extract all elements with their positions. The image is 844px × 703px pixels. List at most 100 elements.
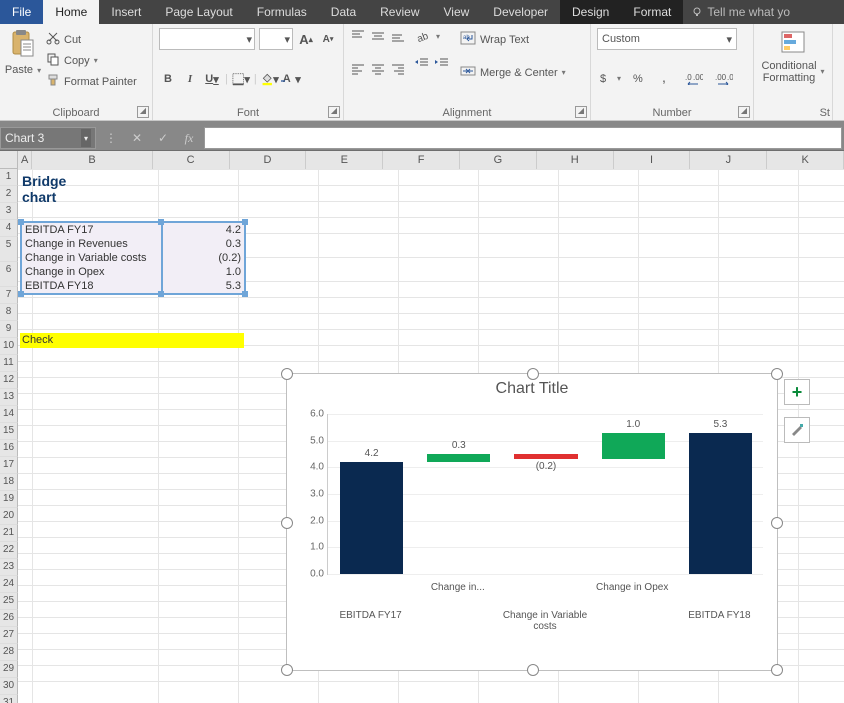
font-name-combo[interactable]: ▾ — [159, 28, 255, 50]
chart-bar[interactable] — [340, 462, 403, 574]
row-header[interactable]: 2 — [0, 186, 18, 203]
row-header[interactable]: 23 — [0, 559, 18, 576]
align-left-button[interactable] — [350, 62, 366, 76]
dialog-launcher-clipboard[interactable]: ◢ — [137, 106, 149, 118]
row-header[interactable]: 5 — [0, 237, 18, 262]
row-header[interactable]: 17 — [0, 457, 18, 474]
row-header[interactable]: 22 — [0, 542, 18, 559]
font-size-combo[interactable]: ▾ — [259, 28, 293, 50]
table-row[interactable]: Change in Variable costs (0.2) — [22, 251, 244, 265]
column-header[interactable]: G — [460, 151, 537, 169]
insert-function-button[interactable]: fx — [176, 126, 202, 150]
percent-format-button[interactable]: % — [631, 70, 649, 86]
cancel-formula-button[interactable]: ✕ — [124, 126, 150, 150]
row-header[interactable]: 20 — [0, 508, 18, 525]
row-header[interactable]: 4 — [0, 220, 18, 237]
tab-review[interactable]: Review — [368, 0, 431, 24]
row-header[interactable]: 12 — [0, 372, 18, 389]
italic-button[interactable]: I — [181, 70, 199, 88]
conditional-formatting-icon[interactable] — [780, 30, 806, 57]
merge-center-button[interactable]: Merge & Center▾ — [458, 63, 568, 82]
column-header[interactable]: B — [32, 151, 152, 169]
source-data-table[interactable]: EBITDA FY17 4.2 Change in Revenues 0.3 C… — [20, 221, 246, 295]
decrease-font-button[interactable]: A▾ — [319, 30, 337, 48]
tab-home[interactable]: Home — [43, 0, 99, 24]
chart-bar[interactable] — [514, 454, 577, 459]
dialog-launcher-alignment[interactable]: ◢ — [575, 106, 587, 118]
column-header[interactable]: D — [230, 151, 307, 169]
column-header[interactable]: H — [537, 151, 614, 169]
row-header[interactable]: 21 — [0, 525, 18, 542]
chart-object[interactable]: Chart Title 0.01.02.03.04.05.06.04.20.3(… — [286, 373, 778, 671]
tell-me-search[interactable]: Tell me what yo — [683, 0, 790, 24]
name-box[interactable]: Chart 3▾ — [0, 127, 96, 149]
row-header[interactable]: 9 — [0, 321, 18, 338]
tab-format[interactable]: Format — [621, 0, 683, 24]
paste-icon[interactable] — [10, 28, 36, 61]
align-bottom-button[interactable] — [390, 28, 406, 42]
format-painter-button[interactable]: Format Painter — [44, 72, 139, 91]
select-all-corner[interactable] — [0, 151, 18, 169]
row-header[interactable]: 19 — [0, 491, 18, 508]
row-header[interactable]: 13 — [0, 389, 18, 406]
dialog-launcher-number[interactable]: ◢ — [738, 106, 750, 118]
check-cell[interactable]: Check — [20, 333, 244, 348]
tab-insert[interactable]: Insert — [99, 0, 153, 24]
row-header[interactable]: 16 — [0, 440, 18, 457]
table-row[interactable]: Change in Opex 1.0 — [22, 265, 244, 279]
chart-elements-button[interactable]: + — [784, 379, 810, 405]
column-header[interactable]: F — [383, 151, 460, 169]
formula-input[interactable] — [204, 127, 842, 149]
table-row[interactable]: EBITDA FY18 5.3 — [22, 279, 244, 293]
borders-button[interactable]: ▾ — [232, 70, 250, 88]
bold-button[interactable]: B — [159, 70, 177, 88]
row-header[interactable]: 8 — [0, 304, 18, 321]
orientation-button[interactable]: ab▾ — [414, 28, 450, 44]
chart-bar[interactable] — [602, 433, 665, 460]
row-header[interactable]: 28 — [0, 644, 18, 661]
column-header[interactable]: C — [153, 151, 230, 169]
chart-plot-area[interactable]: 0.01.02.03.04.05.06.04.20.3(0.2)1.05.3 — [327, 414, 763, 575]
number-format-combo[interactable]: Custom▾ — [597, 28, 737, 50]
fx-options-button[interactable]: ⋮ — [98, 126, 124, 150]
column-header[interactable]: E — [306, 151, 383, 169]
underline-button[interactable]: U▾ — [203, 70, 221, 88]
accounting-format-button[interactable]: $▾ — [597, 70, 623, 86]
row-header[interactable]: 25 — [0, 593, 18, 610]
row-header[interactable]: 26 — [0, 610, 18, 627]
cut-button[interactable]: Cut — [44, 30, 139, 49]
row-header[interactable]: 30 — [0, 678, 18, 695]
row-header[interactable]: 18 — [0, 474, 18, 491]
increase-font-button[interactable]: A▴ — [297, 30, 315, 48]
column-header[interactable]: A — [18, 151, 32, 169]
table-row[interactable]: Change in Revenues 0.3 — [22, 237, 244, 251]
align-center-button[interactable] — [370, 62, 386, 76]
conditional-formatting-button[interactable]: ConditionalFormatting▾ — [759, 59, 826, 85]
increase-decimal-button[interactable]: .0.00 — [683, 70, 705, 86]
decrease-decimal-button[interactable]: .00.0 — [713, 70, 735, 86]
row-header[interactable]: 24 — [0, 576, 18, 593]
row-header[interactable]: 11 — [0, 355, 18, 372]
tab-file[interactable]: File — [0, 0, 43, 24]
row-header[interactable]: 6 — [0, 262, 18, 287]
row-header[interactable]: 31 — [0, 695, 18, 703]
column-header[interactable]: K — [767, 151, 844, 169]
comma-format-button[interactable]: , — [657, 70, 675, 86]
row-header[interactable]: 7 — [0, 287, 18, 304]
row-header[interactable]: 14 — [0, 406, 18, 423]
tab-view[interactable]: View — [432, 0, 482, 24]
tab-page-layout[interactable]: Page Layout — [153, 0, 244, 24]
tab-formulas[interactable]: Formulas — [245, 0, 319, 24]
column-header[interactable]: I — [614, 151, 691, 169]
wrap-text-button[interactable]: ab Wrap Text — [458, 30, 568, 49]
dialog-launcher-font[interactable]: ◢ — [328, 106, 340, 118]
copy-button[interactable]: Copy▾ — [44, 51, 139, 70]
row-header[interactable]: 10 — [0, 338, 18, 355]
row-header[interactable]: 3 — [0, 203, 18, 220]
tab-developer[interactable]: Developer — [481, 0, 560, 24]
row-header[interactable]: 29 — [0, 661, 18, 678]
enter-formula-button[interactable]: ✓ — [150, 126, 176, 150]
align-top-button[interactable] — [350, 28, 366, 42]
font-color-button[interactable]: A ▾ — [283, 70, 301, 88]
increase-indent-button[interactable] — [434, 56, 450, 70]
